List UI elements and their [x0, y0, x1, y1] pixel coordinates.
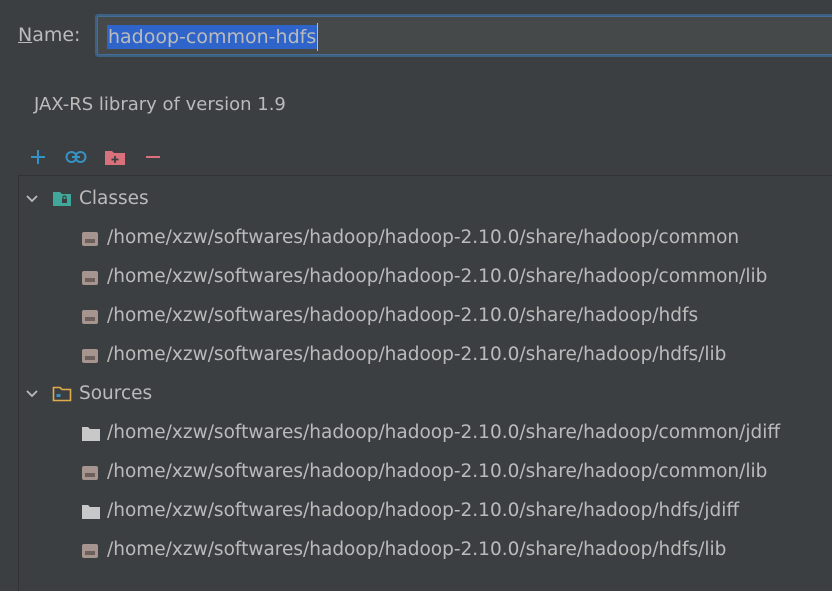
class-root-path: /home/xzw/softwares/hadoop/hadoop-2.10.0… [107, 344, 727, 365]
list-item[interactable]: /home/xzw/softwares/hadoop/hadoop-2.10.0… [19, 531, 832, 570]
name-label-text: ame: [32, 24, 81, 46]
library-dialog: Name: hadoop-common-hdfs JAX-RS library … [0, 0, 832, 591]
add-icon [31, 150, 45, 164]
classes-folder-icon [53, 192, 71, 206]
jar-icon [82, 310, 98, 324]
class-root-path: /home/xzw/softwares/hadoop/hadoop-2.10.0… [107, 227, 740, 248]
tree-node-classes[interactable]: Classes [19, 180, 832, 219]
class-root-path: /home/xzw/softwares/hadoop/hadoop-2.10.0… [107, 305, 699, 326]
library-description: JAX-RS library of version 1.9 [34, 94, 286, 115]
list-item[interactable]: /home/xzw/softwares/hadoop/hadoop-2.10.0… [19, 414, 832, 453]
name-input[interactable]: hadoop-common-hdfs [95, 14, 832, 57]
add-folder-icon [105, 151, 125, 165]
name-input-value: hadoop-common-hdfs [107, 25, 318, 49]
folder-icon [82, 505, 100, 519]
source-root-path: /home/xzw/softwares/hadoop/hadoop-2.10.0… [107, 461, 768, 482]
sources-folder-icon [52, 386, 72, 402]
folder-icon [82, 427, 100, 441]
library-roots-tree[interactable]: Classes /home/xzw/softwares/hadoop/hadoo… [18, 175, 832, 591]
remove-icon [146, 156, 160, 158]
list-item[interactable]: /home/xzw/softwares/hadoop/hadoop-2.10.0… [19, 219, 832, 258]
jar-icon [82, 349, 98, 363]
source-root-path: /home/xzw/softwares/hadoop/hadoop-2.10.0… [107, 539, 727, 560]
source-root-path: /home/xzw/softwares/hadoop/hadoop-2.10.0… [107, 422, 781, 443]
attach-link-button[interactable] [64, 145, 88, 169]
remove-button[interactable] [141, 145, 165, 169]
jar-icon [82, 466, 98, 480]
class-root-path: /home/xzw/softwares/hadoop/hadoop-2.10.0… [107, 266, 768, 287]
jar-icon [82, 232, 98, 246]
jar-icon [82, 544, 98, 558]
chevron-down-icon[interactable] [25, 387, 39, 401]
source-root-path: /home/xzw/softwares/hadoop/hadoop-2.10.0… [107, 500, 740, 521]
list-item[interactable]: /home/xzw/softwares/hadoop/hadoop-2.10.0… [19, 258, 832, 297]
jar-icon [82, 271, 98, 285]
link-icon [65, 151, 87, 163]
add-folder-button[interactable] [103, 145, 127, 169]
list-item[interactable]: /home/xzw/softwares/hadoop/hadoop-2.10.0… [19, 492, 832, 531]
list-item[interactable]: /home/xzw/softwares/hadoop/hadoop-2.10.0… [19, 453, 832, 492]
add-button[interactable] [26, 145, 50, 169]
tree-node-sources[interactable]: Sources [19, 375, 832, 414]
tree-node-label: Sources [79, 383, 153, 404]
chevron-down-icon[interactable] [25, 192, 39, 206]
text-caret [317, 23, 318, 51]
name-label: Name: [18, 24, 80, 46]
list-item[interactable]: /home/xzw/softwares/hadoop/hadoop-2.10.0… [19, 297, 832, 336]
name-mnemonic: N [18, 24, 33, 46]
list-item[interactable]: /home/xzw/softwares/hadoop/hadoop-2.10.0… [19, 336, 832, 375]
tree-node-label: Classes [79, 188, 149, 209]
